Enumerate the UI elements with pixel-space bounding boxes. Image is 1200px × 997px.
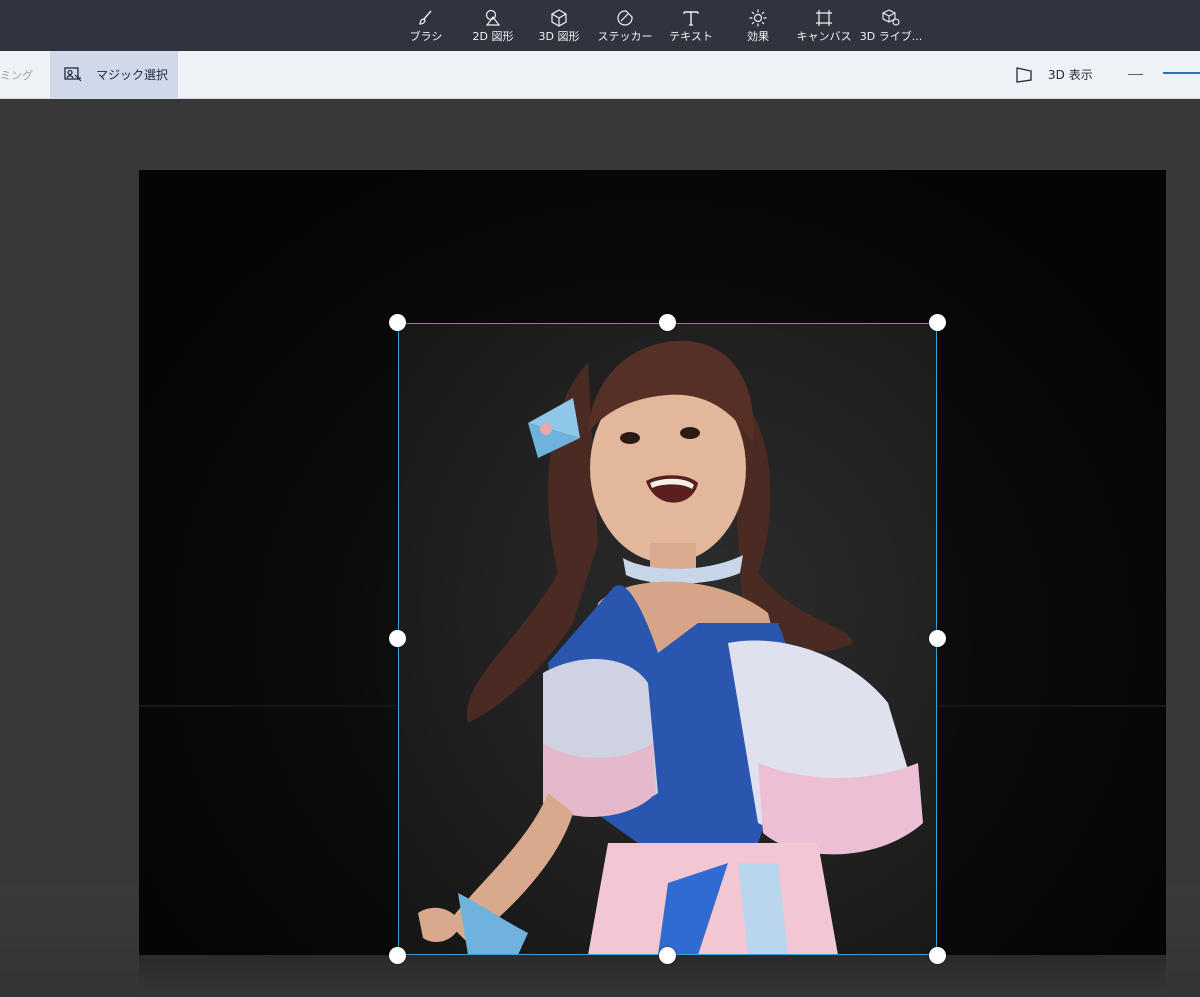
text-icon — [683, 11, 699, 26]
effects-icon — [749, 9, 767, 27]
secondary-toolbar: ミング マジック選択 3D 表示 — [0, 51, 1200, 99]
sticker-tool-label: ステッカー — [597, 30, 653, 43]
3d-library-tool-label: 3D ライブ... — [859, 30, 923, 43]
magic-select-button[interactable]: マジック選択 — [50, 51, 178, 98]
resize-handle-bottom[interactable] — [659, 947, 676, 964]
3d-view-label: 3D 表示 — [1048, 68, 1093, 82]
canvas-reflection — [139, 955, 1166, 997]
brush-icon — [419, 10, 432, 25]
resize-handle-bottom-right[interactable] — [929, 947, 946, 964]
resize-handle-top[interactable] — [659, 314, 676, 331]
text-tool-label: テキスト — [669, 30, 713, 43]
magic-select-label: マジック選択 — [96, 68, 169, 82]
3d-shapes-tool-label: 3D 図形 — [538, 30, 580, 43]
3d-view-button[interactable]: 3D 表示 — [1014, 51, 1093, 98]
3d-view-icon — [1016, 66, 1032, 83]
3d-shapes-icon — [551, 9, 567, 27]
3d-library-icon — [882, 9, 900, 26]
effects-tool-label: 効果 — [747, 30, 769, 43]
2d-shapes-tool-label: 2D 図形 — [472, 30, 514, 43]
selection-box[interactable] — [398, 323, 937, 955]
trimming-button-label[interactable]: ミング — [0, 67, 33, 83]
canvas-tool-label: キャンバス — [796, 30, 852, 43]
zoom-slider[interactable] — [1163, 72, 1200, 74]
resize-handle-right[interactable] — [929, 630, 946, 647]
2d-shapes-icon — [485, 9, 501, 26]
3d-library-tool-button[interactable]: 3D ライブ... — [851, 8, 931, 48]
brush-tool-label: ブラシ — [409, 30, 443, 43]
sticker-icon — [617, 10, 633, 26]
resize-handle-bottom-left[interactable] — [389, 947, 406, 964]
resize-handle-top-left[interactable] — [389, 314, 406, 331]
canvas-icon — [816, 10, 832, 26]
resize-handle-top-right[interactable] — [929, 314, 946, 331]
resize-handle-left[interactable] — [389, 630, 406, 647]
magic-select-icon — [64, 66, 82, 81]
top-toolbar: ブラシ 2D 図形 3D 図形 ステッカー テキスト 効果 キャンバス 3D ラ… — [0, 0, 1200, 51]
zoom-out-icon[interactable] — [1128, 74, 1143, 75]
